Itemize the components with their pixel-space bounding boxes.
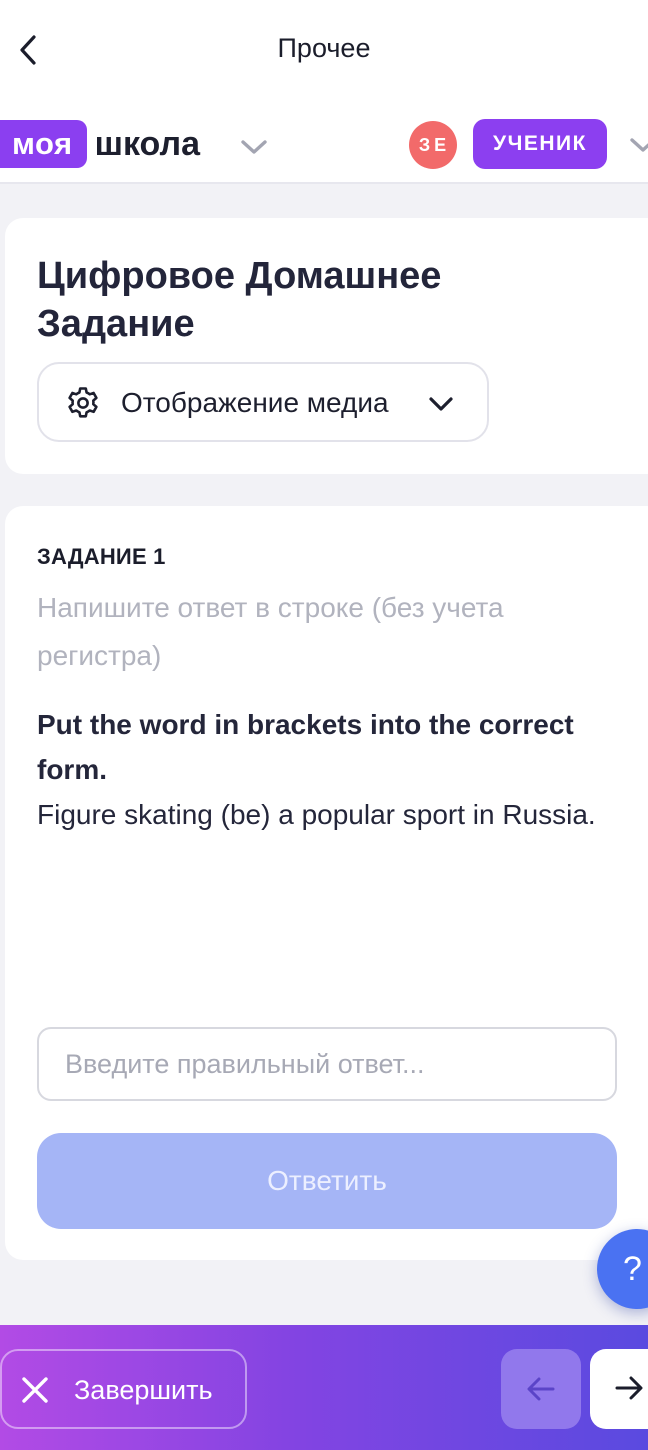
- page-title: Цифровое Домашнее Задание: [37, 255, 442, 345]
- task-hint: Напишите ответ в строке (без учета регис…: [37, 592, 504, 671]
- next-task-button[interactable]: [590, 1349, 648, 1429]
- task-card: ЗАДАНИЕ 1 Напишите ответ в строке (без у…: [5, 506, 648, 1260]
- role-badge[interactable]: УЧЕНИК: [473, 119, 607, 169]
- task-number: ЗАДАНИЕ 1: [37, 544, 166, 569]
- top-bar: Прочее: [0, 0, 648, 100]
- page-header-title: Прочее: [277, 33, 371, 63]
- task-instruction: Put the word in brackets into the correc…: [37, 709, 574, 785]
- close-icon: [22, 1377, 48, 1403]
- arrow-right-icon: [615, 1376, 643, 1400]
- task-sentence: Figure skating (be) a popular sport in R…: [37, 799, 596, 830]
- arrow-left-icon: [527, 1377, 555, 1401]
- media-display-label: Отображение медиа: [121, 387, 389, 418]
- role-chevron-down-icon[interactable]: [628, 130, 648, 160]
- finish-label: Завершить: [74, 1375, 213, 1405]
- logo-moya: моя: [0, 120, 87, 168]
- finish-button[interactable]: Завершить: [0, 1349, 247, 1429]
- title-card: Цифровое Домашнее Задание Отображение ме…: [5, 218, 648, 474]
- gear-icon: [68, 387, 98, 418]
- media-display-dropdown[interactable]: Отображение медиа: [37, 362, 489, 442]
- chevron-down-icon: [429, 397, 453, 411]
- previous-task-button[interactable]: [501, 1349, 581, 1429]
- logo-shkola: школа: [94, 124, 200, 163]
- task-text: Put the word in brackets into the correc…: [37, 702, 615, 837]
- answer-input[interactable]: [37, 1027, 617, 1101]
- chevron-down-icon[interactable]: [238, 130, 270, 162]
- school-logo[interactable]: моя школа: [0, 120, 200, 168]
- avatar[interactable]: ЗЕ: [409, 121, 457, 169]
- bottom-bar: Завершить: [0, 1325, 648, 1450]
- submit-answer-button[interactable]: Ответить: [37, 1133, 617, 1229]
